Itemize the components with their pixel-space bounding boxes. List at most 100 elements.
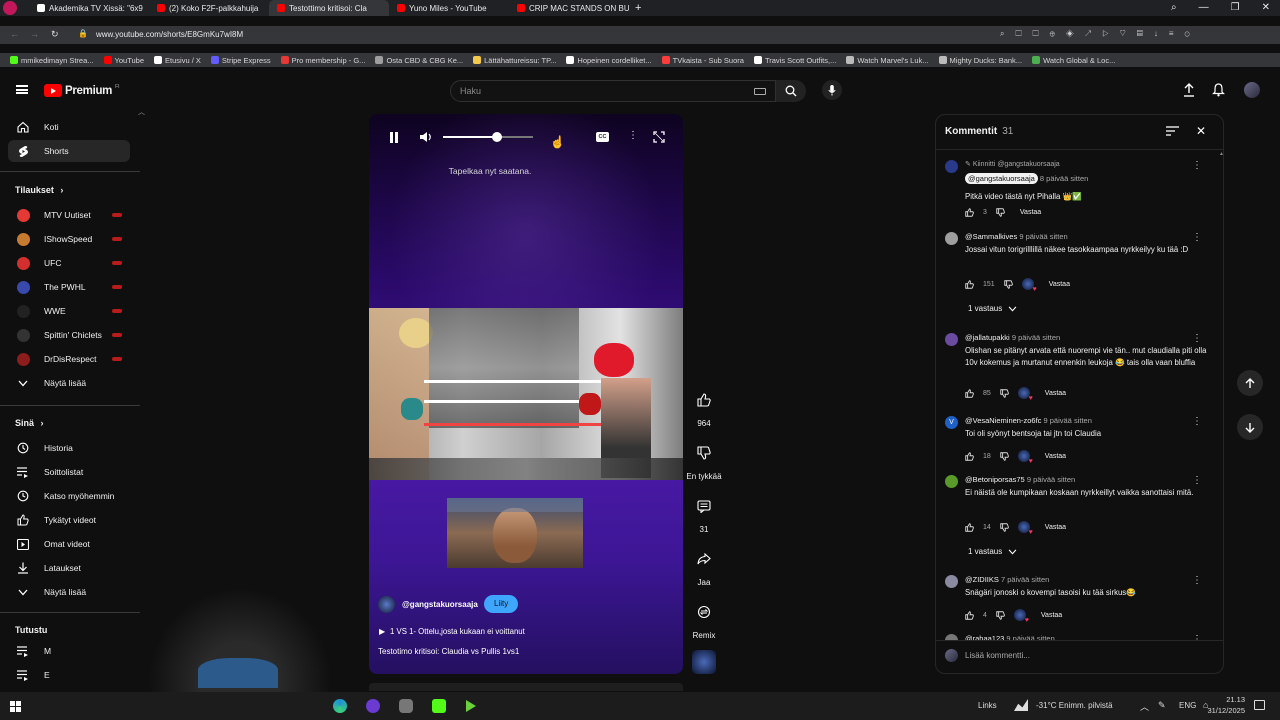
sidebar-item[interactable]: Koti	[8, 116, 130, 138]
comment-menu-icon[interactable]: ⋮	[1192, 575, 1202, 586]
browser-tab[interactable]: Yuno Miles - YouTube	[389, 0, 509, 16]
extension-icons[interactable]: ⌕☐☐⊕◈↗▷♡▤↓≡⊙	[1000, 29, 1201, 39]
sidebar-item[interactable]: Lataukset	[8, 557, 130, 579]
shorts-player[interactable]: ☝ CC ⋮ Tapelkaa nyt saatana. @gangstakuo…	[369, 114, 683, 674]
add-comment-input[interactable]: Lisää kommentti...	[965, 651, 1030, 660]
bookmark-item[interactable]: Watch Global & Loc...	[1032, 56, 1115, 65]
comment-like-icon[interactable]	[965, 522, 974, 532]
comment-reply-button[interactable]: Vastaa	[1049, 281, 1070, 288]
join-button[interactable]: Liity	[484, 595, 519, 613]
comment-like-icon[interactable]	[965, 279, 974, 289]
close-comments-icon[interactable]: ✕	[1196, 124, 1206, 138]
comment-menu-icon[interactable]: ⋮	[1192, 160, 1202, 171]
commenter-avatar[interactable]: V	[945, 416, 958, 429]
sidebar-item[interactable]: Näytä lisää	[8, 372, 130, 394]
share-button[interactable]: Jaa	[686, 544, 722, 587]
search-button[interactable]	[776, 80, 806, 102]
minimize-icon[interactable]: —	[1199, 2, 1209, 13]
next-short-preview[interactable]	[369, 683, 683, 691]
comment-dislike-icon[interactable]	[1000, 451, 1009, 461]
comment-author[interactable]: @jallatupakki	[965, 333, 1010, 342]
comment-reply-button[interactable]: Vastaa	[1045, 390, 1066, 397]
pause-button[interactable]	[389, 132, 399, 143]
volume-icon[interactable]	[419, 131, 433, 143]
comment-like-icon[interactable]	[965, 208, 974, 217]
upload-icon[interactable]	[1183, 83, 1195, 97]
edge-browser-icon[interactable]	[333, 699, 347, 713]
taskbar-links[interactable]: Links	[978, 701, 997, 710]
bookmark-item[interactable]: Watch Marvel's Luk...	[846, 56, 929, 65]
subscriptions-heading[interactable]: Tilaukset ›	[15, 185, 63, 195]
search-input[interactable]: Haku	[450, 80, 776, 102]
weather-text[interactable]: -31°C Enimm. pilvistä	[1036, 701, 1113, 710]
comment-like-icon[interactable]	[965, 388, 974, 398]
site-info-icon[interactable]: 🔒	[78, 29, 88, 38]
sidebar-item[interactable]: Katso myöhemmin	[8, 485, 130, 507]
notification-center-icon[interactable]	[1254, 700, 1265, 710]
sidebar-item[interactable]: MTV Uutiset	[8, 204, 130, 226]
comment-author[interactable]: @rahaa123	[965, 634, 1004, 640]
fullscreen-icon[interactable]	[653, 131, 665, 143]
clock-time[interactable]: 21.13	[1213, 695, 1245, 704]
comment-dislike-icon[interactable]	[1003, 279, 1013, 289]
forward-icon[interactable]: →	[30, 29, 39, 39]
sidebar-item[interactable]: E	[8, 664, 130, 686]
maximize-icon[interactable]: ❐	[1231, 2, 1240, 13]
playlist-link[interactable]: ▶ 1 VS 1- Ottelu,josta kukaan ei voittan…	[379, 627, 525, 636]
comment-like-icon[interactable]	[965, 610, 974, 620]
commenter-avatar[interactable]	[945, 160, 958, 173]
comment-author[interactable]: @Sammalkives	[965, 232, 1017, 241]
comment-menu-icon[interactable]: ⋮	[1192, 634, 1202, 640]
channel-name[interactable]: @gangstakuorsaaja	[402, 600, 478, 609]
remix-button[interactable]: Remix	[686, 597, 722, 640]
replies-toggle[interactable]: 1 vastaus	[968, 304, 1017, 313]
next-short-button[interactable]	[1237, 414, 1263, 440]
sidebar-item[interactable]: UFC	[8, 252, 130, 274]
comment-dislike-icon[interactable]	[996, 610, 1005, 620]
sidebar-item[interactable]: The PWHL	[8, 276, 130, 298]
bookmark-item[interactable]: Travis Scott Outfits,...	[753, 56, 836, 65]
captions-icon[interactable]: CC	[596, 132, 609, 142]
browser-app-icon[interactable]	[366, 699, 380, 713]
commenter-avatar[interactable]	[945, 333, 958, 346]
keyboard-icon[interactable]	[754, 88, 766, 95]
windows-start-icon[interactable]	[10, 701, 21, 712]
bookmark-item[interactable]: Mighty Ducks: Bank...	[938, 56, 1022, 65]
comment-reply-button[interactable]: Vastaa	[1041, 612, 1062, 619]
comment-dislike-icon[interactable]	[1000, 388, 1009, 398]
comment-author[interactable]: @VesaNieminen-zo6fc	[965, 416, 1041, 425]
sidebar-item[interactable]: IShowSpeed	[8, 228, 130, 250]
menu-icon[interactable]	[16, 85, 28, 94]
sidebar-item[interactable]: Omat videot	[8, 533, 130, 555]
sidebar-item[interactable]: M	[8, 640, 130, 662]
replies-toggle[interactable]: 1 vastaus	[968, 547, 1017, 556]
comment-author[interactable]: @gangstakuorsaaja	[965, 173, 1038, 184]
comments-scrollbar[interactable]: ▲	[1219, 151, 1224, 637]
browser-tab[interactable]: Testottimo kritisoi: Cla	[269, 0, 389, 16]
app-icon[interactable]	[399, 699, 413, 713]
comment-reply-button[interactable]: Vastaa	[1045, 453, 1066, 460]
volume-slider[interactable]	[443, 132, 533, 142]
comment-author[interactable]: @Betoniporsas75	[965, 475, 1025, 484]
comment-dislike-icon[interactable]	[996, 208, 1005, 217]
sidebar-item[interactable]: Näytä lisää	[8, 581, 130, 603]
comment-author[interactable]: @ZIDIIKS	[965, 575, 999, 584]
close-window-icon[interactable]: ✕	[1262, 2, 1270, 13]
comment-menu-icon[interactable]: ⋮	[1192, 333, 1202, 344]
commenter-avatar[interactable]	[945, 634, 958, 640]
comment-dislike-icon[interactable]	[1000, 522, 1009, 532]
sound-thumbnail[interactable]	[692, 650, 716, 674]
previous-short-button[interactable]	[1237, 370, 1263, 396]
dislike-button[interactable]: En tykkää	[684, 438, 724, 481]
commenter-avatar[interactable]	[945, 232, 958, 245]
sidebar-item[interactable]: DrDisRespect	[8, 348, 130, 370]
language-indicator[interactable]: ENG	[1179, 701, 1196, 710]
commenter-avatar[interactable]	[945, 475, 958, 488]
browser-tab[interactable]: (2) Koko F2F-palkkahuija	[149, 0, 269, 16]
account-avatar[interactable]	[1244, 82, 1260, 98]
pen-icon[interactable]: ✎	[1158, 700, 1166, 711]
bookmark-item[interactable]: Etusivu / X	[154, 56, 201, 65]
bookmark-item[interactable]: Hopeinen cordelliket...	[566, 56, 652, 65]
sidebar-item[interactable]: Spittin' Chiclets	[8, 324, 130, 346]
browser-profile-icon[interactable]	[3, 1, 17, 15]
